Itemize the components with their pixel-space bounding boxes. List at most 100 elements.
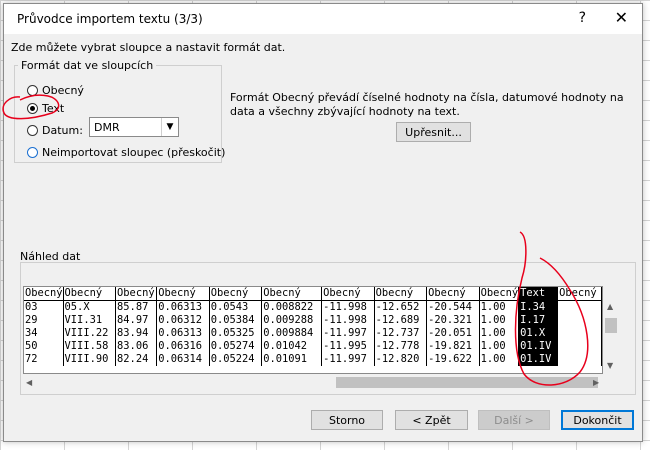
preview-column-header[interactable]: Obecný [374, 287, 428, 301]
radio-general-circle[interactable] [27, 85, 38, 96]
preview-cell: -12.820 [374, 353, 428, 366]
close-icon[interactable]: ✕ [615, 8, 628, 27]
help-button[interactable]: ? [579, 10, 586, 26]
preview-cell: VII.31 [63, 314, 117, 327]
intro-text: Zde můžete vybrat sloupce a nastavit for… [11, 41, 286, 54]
preview-cell: -20.544 [426, 300, 480, 314]
preview-column-header[interactable]: Obecný [209, 287, 263, 301]
preview-cell: 0.06314 [156, 353, 210, 366]
cancel-button-label: Storno [328, 413, 366, 427]
chevron-down-icon[interactable]: ▼ [161, 118, 178, 136]
preview-cell: 05.X [63, 300, 117, 314]
preview-cell: I.17 [518, 314, 559, 327]
preview-cell: 01.X [518, 327, 559, 340]
scroll-right-icon[interactable]: ▶ [593, 378, 599, 387]
preview-cell: 1.00 [479, 353, 520, 366]
preview-vertical-scrollbar[interactable]: ▲ ▼ [603, 300, 620, 372]
radio-text-circle[interactable] [27, 103, 38, 114]
scroll-up-icon[interactable]: ▲ [607, 302, 613, 311]
scroll-left-icon[interactable]: ◀ [26, 378, 32, 387]
preview-cell [557, 300, 602, 314]
preview-table: Obecný Obecný Obecný Obecný Obecný Obecný Obec… [24, 287, 602, 366]
preview-row: 03 05.X 85.87 0.06313 0.0543 0.008822 -11.998-… [24, 300, 602, 314]
radio-date-label: Datum: [42, 124, 83, 137]
radio-text-label: Text [42, 102, 65, 115]
radio-skip[interactable]: Neimportovat sloupec (přeskočit) [27, 146, 225, 159]
preview-cell: 0.05224 [209, 353, 263, 366]
preview-cell: 0.009288 [261, 314, 323, 327]
preview-column-header[interactable]: Obecný [557, 287, 602, 301]
preview-cell [557, 327, 602, 340]
preview-column-header[interactable]: Obecný [321, 287, 375, 301]
date-format-value: DMR [94, 121, 120, 134]
preview-row: 29 VII.31 84.97 0.06312 0.05384 0.009288 -11.9… [24, 314, 602, 327]
preview-cell: -19.821 [426, 340, 480, 353]
preview-column-header[interactable]: Text [518, 287, 559, 301]
preview-column-header[interactable]: Obecný [24, 287, 64, 301]
preview-cell: -20.051 [426, 327, 480, 340]
preview-row: 72 VIII.90 82.24 0.06314 0.05224 0.01091 -11.9… [24, 353, 602, 366]
preview-cell: 0.008822 [261, 300, 323, 314]
preview-column-header[interactable]: Obecný [156, 287, 210, 301]
horizontal-scroll-thumb[interactable] [336, 377, 598, 388]
preview-cell: 1.00 [479, 300, 520, 314]
preview-cell: 03 [24, 300, 64, 314]
preview-column-header[interactable]: Obecný [261, 287, 323, 301]
preview-column-header[interactable]: Obecný [63, 287, 117, 301]
preview-horizontal-scrollbar[interactable]: ◀ ▶ [23, 374, 603, 391]
preview-cell: 0.05325 [209, 327, 263, 340]
radio-skip-label: Neimportovat sloupec (přeskočit) [42, 146, 226, 159]
title-bar: Průvodce importem textu (3/3) ? ✕ [4, 4, 642, 34]
preview-cell: 83.06 [115, 340, 158, 353]
preview-cell: 0.01091 [261, 353, 323, 366]
preview-cell: 0.05384 [209, 314, 263, 327]
preview-cell: -12.778 [374, 340, 428, 353]
preview-cell: VIII.90 [63, 353, 117, 366]
radio-general-label: Obecný [42, 84, 84, 97]
advanced-button[interactable]: Upřesnit... [396, 122, 471, 142]
next-button[interactable]: Další > [478, 410, 550, 430]
radio-general[interactable]: Obecný [27, 84, 84, 97]
preview-column-header[interactable]: Obecný [479, 287, 520, 301]
preview-cell: 34 [24, 327, 64, 340]
next-button-label: Další > [494, 413, 534, 427]
preview-cell: 0.06313 [156, 327, 210, 340]
radio-date[interactable]: Datum: [27, 124, 83, 137]
data-preview-grid[interactable]: Obecný Obecný Obecný Obecný Obecný Obecný Obec… [23, 286, 603, 374]
preview-cell: I.34 [518, 300, 559, 314]
finish-button[interactable]: Dokončit [561, 410, 634, 430]
back-button[interactable]: < Zpět [395, 410, 468, 430]
preview-cell: VIII.58 [63, 340, 117, 353]
preview-cell [557, 353, 602, 366]
dialog-title: Průvodce importem textu (3/3) [17, 12, 203, 26]
preview-header-row: Obecný Obecný Obecný Obecný Obecný Obecný Obec… [24, 287, 602, 301]
preview-column-header[interactable]: Obecný [426, 287, 480, 301]
preview-cell: 1.00 [479, 314, 520, 327]
preview-cell: -11.998 [321, 314, 375, 327]
preview-cell [557, 314, 602, 327]
radio-skip-circle[interactable] [27, 147, 38, 158]
preview-cell: -20.321 [426, 314, 480, 327]
preview-cell [557, 340, 602, 353]
preview-cell: 82.24 [115, 353, 158, 366]
vertical-scroll-thumb[interactable] [605, 318, 617, 333]
preview-column-header[interactable]: Obecný [115, 287, 158, 301]
preview-cell: VIII.22 [63, 327, 117, 340]
advanced-button-label: Upřesnit... [405, 125, 462, 139]
preview-row: 34 VIII.22 83.94 0.06313 0.05325 0.009884 -11.… [24, 327, 602, 340]
preview-cell: 01.IV [518, 340, 559, 353]
preview-cell: 72 [24, 353, 64, 366]
preview-cell: 0.009884 [261, 327, 323, 340]
cancel-button[interactable]: Storno [311, 410, 383, 430]
preview-cell: 0.06316 [156, 340, 210, 353]
scroll-down-icon[interactable]: ▼ [607, 361, 613, 370]
preview-cell: -19.622 [426, 353, 480, 366]
preview-cell: -11.998 [321, 300, 375, 314]
radio-date-circle[interactable] [27, 125, 38, 136]
preview-cell: 0.05274 [209, 340, 263, 353]
preview-cell: 84.97 [115, 314, 158, 327]
back-button-label: < Zpět [412, 413, 451, 427]
preview-cell: 0.01042 [261, 340, 323, 353]
date-format-select[interactable]: DMR ▼ [89, 117, 179, 137]
radio-text[interactable]: Text [27, 102, 64, 115]
